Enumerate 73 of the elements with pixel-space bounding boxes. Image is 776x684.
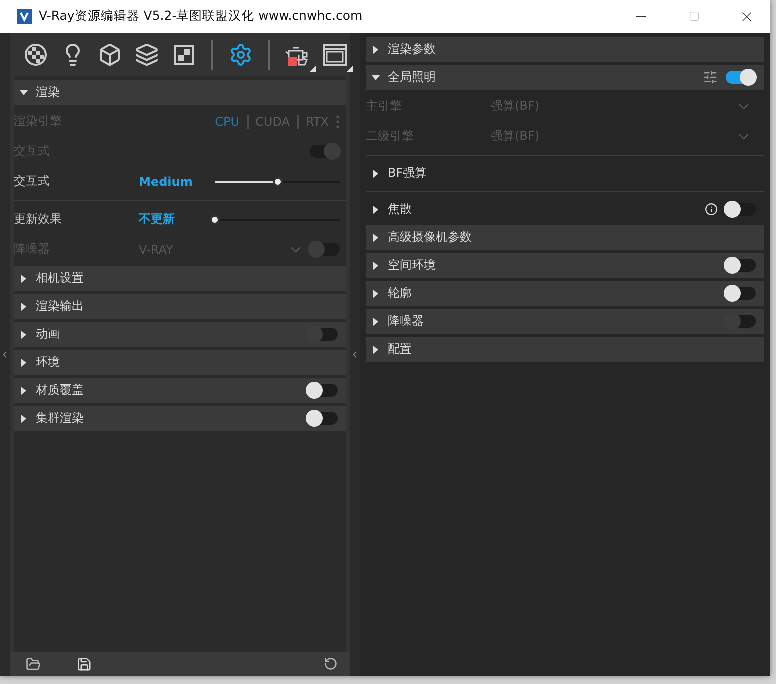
collapsed-arrow-icon[interactable] [372, 234, 380, 242]
section-title: 配置 [388, 341, 413, 358]
collapsed-arrow-icon[interactable] [20, 302, 28, 310]
cube-icon [98, 42, 122, 66]
subsection-title[interactable]: BF强算 [388, 165, 756, 182]
section-title: 渲染 [36, 84, 61, 101]
section-title: 集群渲染 [36, 410, 85, 427]
section-title: 动画 [36, 326, 61, 343]
section-title: 空间环境 [388, 257, 437, 274]
collapsed-arrow-icon[interactable] [20, 414, 28, 422]
section-title: 渲染参数 [388, 41, 437, 58]
open-folder-button[interactable] [26, 656, 41, 672]
collapsed-arrow-icon[interactable] [372, 46, 380, 54]
sphere-icon [24, 42, 48, 66]
section-header[interactable]: 高级摄像机参数 [366, 225, 764, 250]
setting-label: 更新效果 [14, 211, 63, 228]
section-header[interactable]: 渲染参数 [366, 37, 764, 62]
section-header[interactable]: 渲染输出 [14, 294, 346, 319]
app-logo-icon [17, 9, 32, 24]
collapsed-arrow-icon[interactable] [20, 386, 28, 394]
section-title: 环境 [36, 354, 61, 371]
section-title: 高级摄像机参数 [388, 229, 473, 246]
section-title: 渲染输出 [36, 298, 85, 315]
toggle-switch[interactable] [726, 287, 756, 300]
collapsed-arrow-icon[interactable] [372, 346, 380, 354]
sliders-icon[interactable] [703, 70, 718, 85]
section-title: 相机设置 [36, 270, 85, 287]
section-header[interactable]: 相机设置 [14, 266, 346, 291]
info-icon[interactable] [705, 203, 718, 216]
section-header[interactable]: 渲染 [14, 80, 346, 105]
slider-thumb[interactable] [272, 176, 282, 186]
setting-label: 交互式 [14, 173, 51, 190]
section-title: 降噪器 [388, 313, 425, 330]
toggle-switch[interactable] [726, 259, 756, 272]
save-button[interactable] [77, 656, 92, 672]
toggle-switch[interactable] [308, 412, 338, 425]
section-title: 材质覆盖 [36, 382, 85, 399]
collapsed-arrow-icon[interactable] [372, 170, 380, 178]
collapsed-arrow-icon[interactable] [372, 262, 380, 270]
toggle-switch[interactable] [726, 71, 756, 84]
reset-button[interactable] [324, 657, 338, 671]
section-header[interactable]: 配置 [366, 337, 764, 362]
section-header[interactable]: 降噪器 [366, 309, 764, 334]
toggle-switch[interactable] [308, 384, 338, 397]
slider-thumb[interactable] [210, 214, 220, 224]
section-header[interactable]: 环境 [14, 350, 346, 375]
collapsed-arrow-icon[interactable] [20, 330, 28, 338]
section-title: 轮廓 [388, 285, 413, 302]
collapsed-arrow-icon[interactable] [20, 274, 28, 282]
setting-value: Medium [139, 174, 194, 188]
section-header[interactable]: 集群渲染 [14, 406, 346, 431]
window-title: V-Ray资源编辑器 V5.2-草图联盟汉化 www.cnwhc.com [39, 8, 364, 25]
collapsed-arrow-icon[interactable] [372, 318, 380, 326]
section-header[interactable]: 空间环境 [366, 253, 764, 278]
expanded-arrow-icon[interactable] [20, 88, 28, 96]
layers-icon [134, 42, 158, 66]
section-header[interactable]: 动画 [14, 322, 346, 347]
section-header[interactable]: 轮廓 [366, 281, 764, 306]
section-header[interactable]: 材质覆盖 [14, 378, 346, 403]
section-header[interactable]: 全局照明 [366, 65, 764, 90]
subsection-title[interactable]: 焦散 [388, 201, 697, 218]
toggle-switch[interactable] [726, 203, 756, 216]
minimize-icon [636, 16, 646, 17]
window-icon [322, 42, 348, 68]
section-title: 全局照明 [388, 69, 437, 86]
collapsed-arrow-icon[interactable] [20, 358, 28, 366]
settings-icon [228, 42, 252, 66]
collapsed-arrow-icon[interactable] [372, 206, 380, 214]
setting-value: 不更新 [139, 211, 176, 228]
expanded-arrow-icon[interactable] [372, 74, 380, 82]
checker-square-icon [172, 44, 194, 66]
maximize-icon [688, 11, 700, 22]
collapsed-arrow-icon[interactable] [372, 290, 380, 298]
